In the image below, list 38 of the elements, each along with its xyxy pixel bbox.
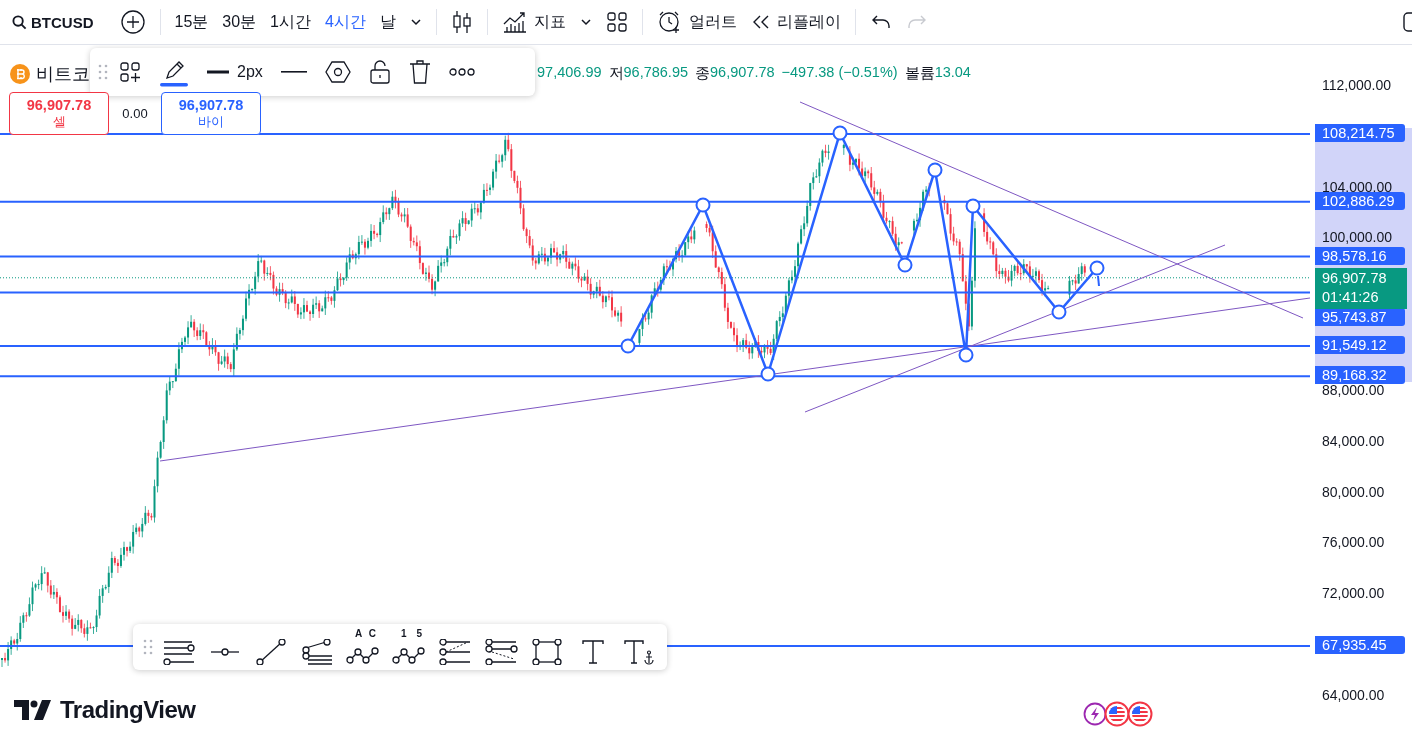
legend-label: 저 <box>608 64 624 83</box>
legend-label: 볼륨 <box>904 64 935 83</box>
legend-value: 97,406.99 <box>537 64 602 82</box>
price-tick-label: 84,000.00 <box>1322 432 1385 449</box>
drawing-tool-button[interactable]: 1 5 <box>389 629 429 665</box>
alert-button[interactable]: 얼러트 <box>650 3 743 41</box>
legend-label: 종 <box>695 64 711 83</box>
price-tick-label: 80,000.00 <box>1322 483 1385 500</box>
price-level-label: 108,214.75 <box>1315 124 1405 143</box>
drawing-tool-button[interactable]: A C <box>343 629 383 665</box>
current-price: 96,907.78 <box>1322 268 1388 288</box>
interval-tab[interactable]: 30분 <box>216 5 263 39</box>
legend-value: 96,907.78 <box>710 64 775 80</box>
indicators-button[interactable]: 지표 <box>495 4 572 40</box>
legend-value: 13.04 <box>934 64 971 82</box>
interval-tab[interactable]: 15분 <box>168 5 215 39</box>
line-width-button[interactable]: 2px <box>200 59 270 85</box>
legend-value: 96,786.95 <box>623 64 689 80</box>
price-tick-label: 112,000.00 <box>1322 77 1392 93</box>
price-tick-label: 64,000.00 <box>1322 686 1385 703</box>
price-level-label: 102,886.29 <box>1315 191 1405 210</box>
price-level-label: 89,168.32 <box>1315 366 1405 385</box>
replay-button[interactable]: 리플레이 <box>744 5 847 39</box>
price-level-label: 67,935.45 <box>1315 635 1405 654</box>
interval-tab[interactable]: 4시간 <box>319 5 372 39</box>
bar-countdown: 01:41:26 <box>1322 287 1380 307</box>
price-tick-label: 76,000.00 <box>1322 534 1385 551</box>
interval-tab[interactable]: 1시간 <box>264 5 317 39</box>
symbol-search-button[interactable]: BTCUSD <box>6 7 100 37</box>
buy-button[interactable]: 96,907.78 바이 <box>161 92 261 135</box>
price-tick-label: 100,000.00 <box>1322 229 1393 246</box>
symbol-name: 비트코 <box>36 63 90 86</box>
interval-tab[interactable]: 날 <box>373 5 402 39</box>
price-tick-label: 72,000.00 <box>1322 585 1385 602</box>
spread-value: 0.00 <box>121 106 149 121</box>
brand-name: TradingView <box>60 696 196 724</box>
sell-button[interactable]: 96,907.78 셀 <box>9 92 109 135</box>
legend-value: −497.38 (−0.51%) <box>781 64 898 82</box>
